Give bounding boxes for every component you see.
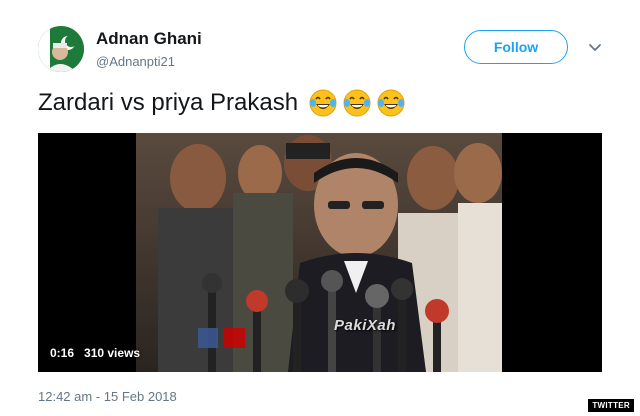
video-meta: 0:16 310 views xyxy=(50,346,140,360)
tweet-text: Zardari vs priya Prakash xyxy=(38,89,299,116)
tears-of-joy-emoji-icon xyxy=(377,89,405,117)
tweet-timestamp[interactable]: 12:42 am - 15 Feb 2018 xyxy=(38,389,177,404)
video-player[interactable]: PakiXah 0:16 310 views xyxy=(38,133,602,372)
tears-of-joy-emoji-icon xyxy=(343,89,371,117)
video-views: 310 views xyxy=(84,346,141,360)
author-handle[interactable]: @Adnanpti21 xyxy=(96,54,175,69)
emoji-row xyxy=(308,88,406,118)
image-credit: TWITTER xyxy=(588,399,634,412)
avatar-image xyxy=(38,26,84,72)
profile-avatar[interactable] xyxy=(38,26,84,72)
video-watermark: PakiXah xyxy=(334,317,396,334)
author-display-name[interactable]: Adnan Ghani xyxy=(96,29,202,49)
chevron-down-icon[interactable] xyxy=(587,39,603,55)
follow-button[interactable]: Follow xyxy=(464,30,568,64)
video-duration: 0:16 xyxy=(50,346,75,360)
tweet-text-container: Zardari vs priya Prakash xyxy=(38,88,406,118)
video-frame xyxy=(38,133,602,372)
tears-of-joy-emoji-icon xyxy=(309,89,337,117)
